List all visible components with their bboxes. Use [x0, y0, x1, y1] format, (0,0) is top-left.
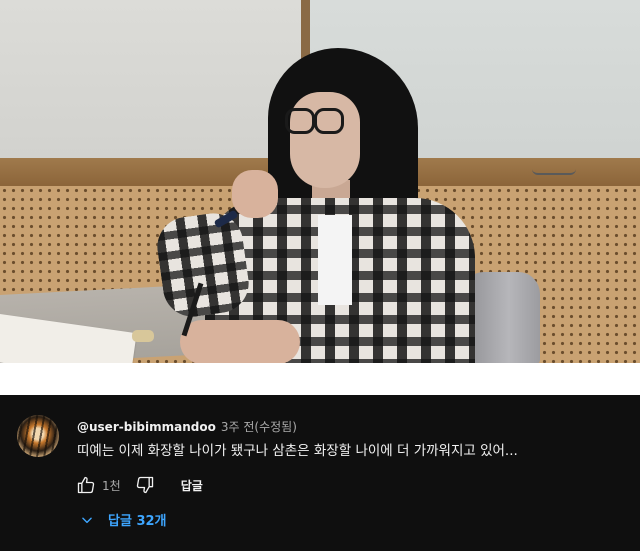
- comment-timestamp[interactable]: 3주 전(수정됨): [221, 420, 297, 434]
- person-face: [290, 92, 360, 188]
- person-shirt: [318, 215, 352, 305]
- thumbs-up-icon[interactable]: [76, 475, 96, 495]
- comment-header: @user-bibimmandoo 3주 전(수정됨): [77, 419, 297, 435]
- comment-author[interactable]: @user-bibimmandoo: [77, 420, 216, 434]
- video-frame[interactable]: [0, 0, 640, 363]
- chevron-down-icon: [80, 513, 94, 527]
- like-count: 1천: [102, 478, 121, 493]
- whiteboard-doodle: [532, 163, 576, 175]
- tiger-avatar-pattern: [17, 415, 59, 457]
- avatar[interactable]: [17, 415, 59, 457]
- spacer: [0, 363, 640, 395]
- thumbs-down-icon[interactable]: [135, 475, 155, 495]
- comment-section: @user-bibimmandoo 3주 전(수정됨) 띠예는 이제 화장할 나이…: [0, 395, 640, 551]
- view-replies-button[interactable]: 답글 32개: [80, 510, 167, 529]
- replies-count-label: 답글 32개: [108, 514, 167, 529]
- person-hand: [180, 320, 300, 363]
- person-hand: [232, 170, 278, 218]
- comment-text: 띠예는 이제 화장할 나이가 됐구나 삼촌은 화장할 나이에 더 가까워지고 있…: [77, 443, 518, 459]
- comment-actions: 1천 답글: [76, 474, 203, 496]
- glasses-icon: [314, 108, 344, 134]
- screenshot: @user-bibimmandoo 3주 전(수정됨) 띠예는 이제 화장할 나이…: [0, 0, 640, 551]
- reply-button[interactable]: 답글: [181, 477, 203, 494]
- eraser: [132, 330, 154, 342]
- glasses-icon: [285, 108, 315, 134]
- whiteboard: [0, 0, 302, 160]
- person-arm: [153, 209, 253, 321]
